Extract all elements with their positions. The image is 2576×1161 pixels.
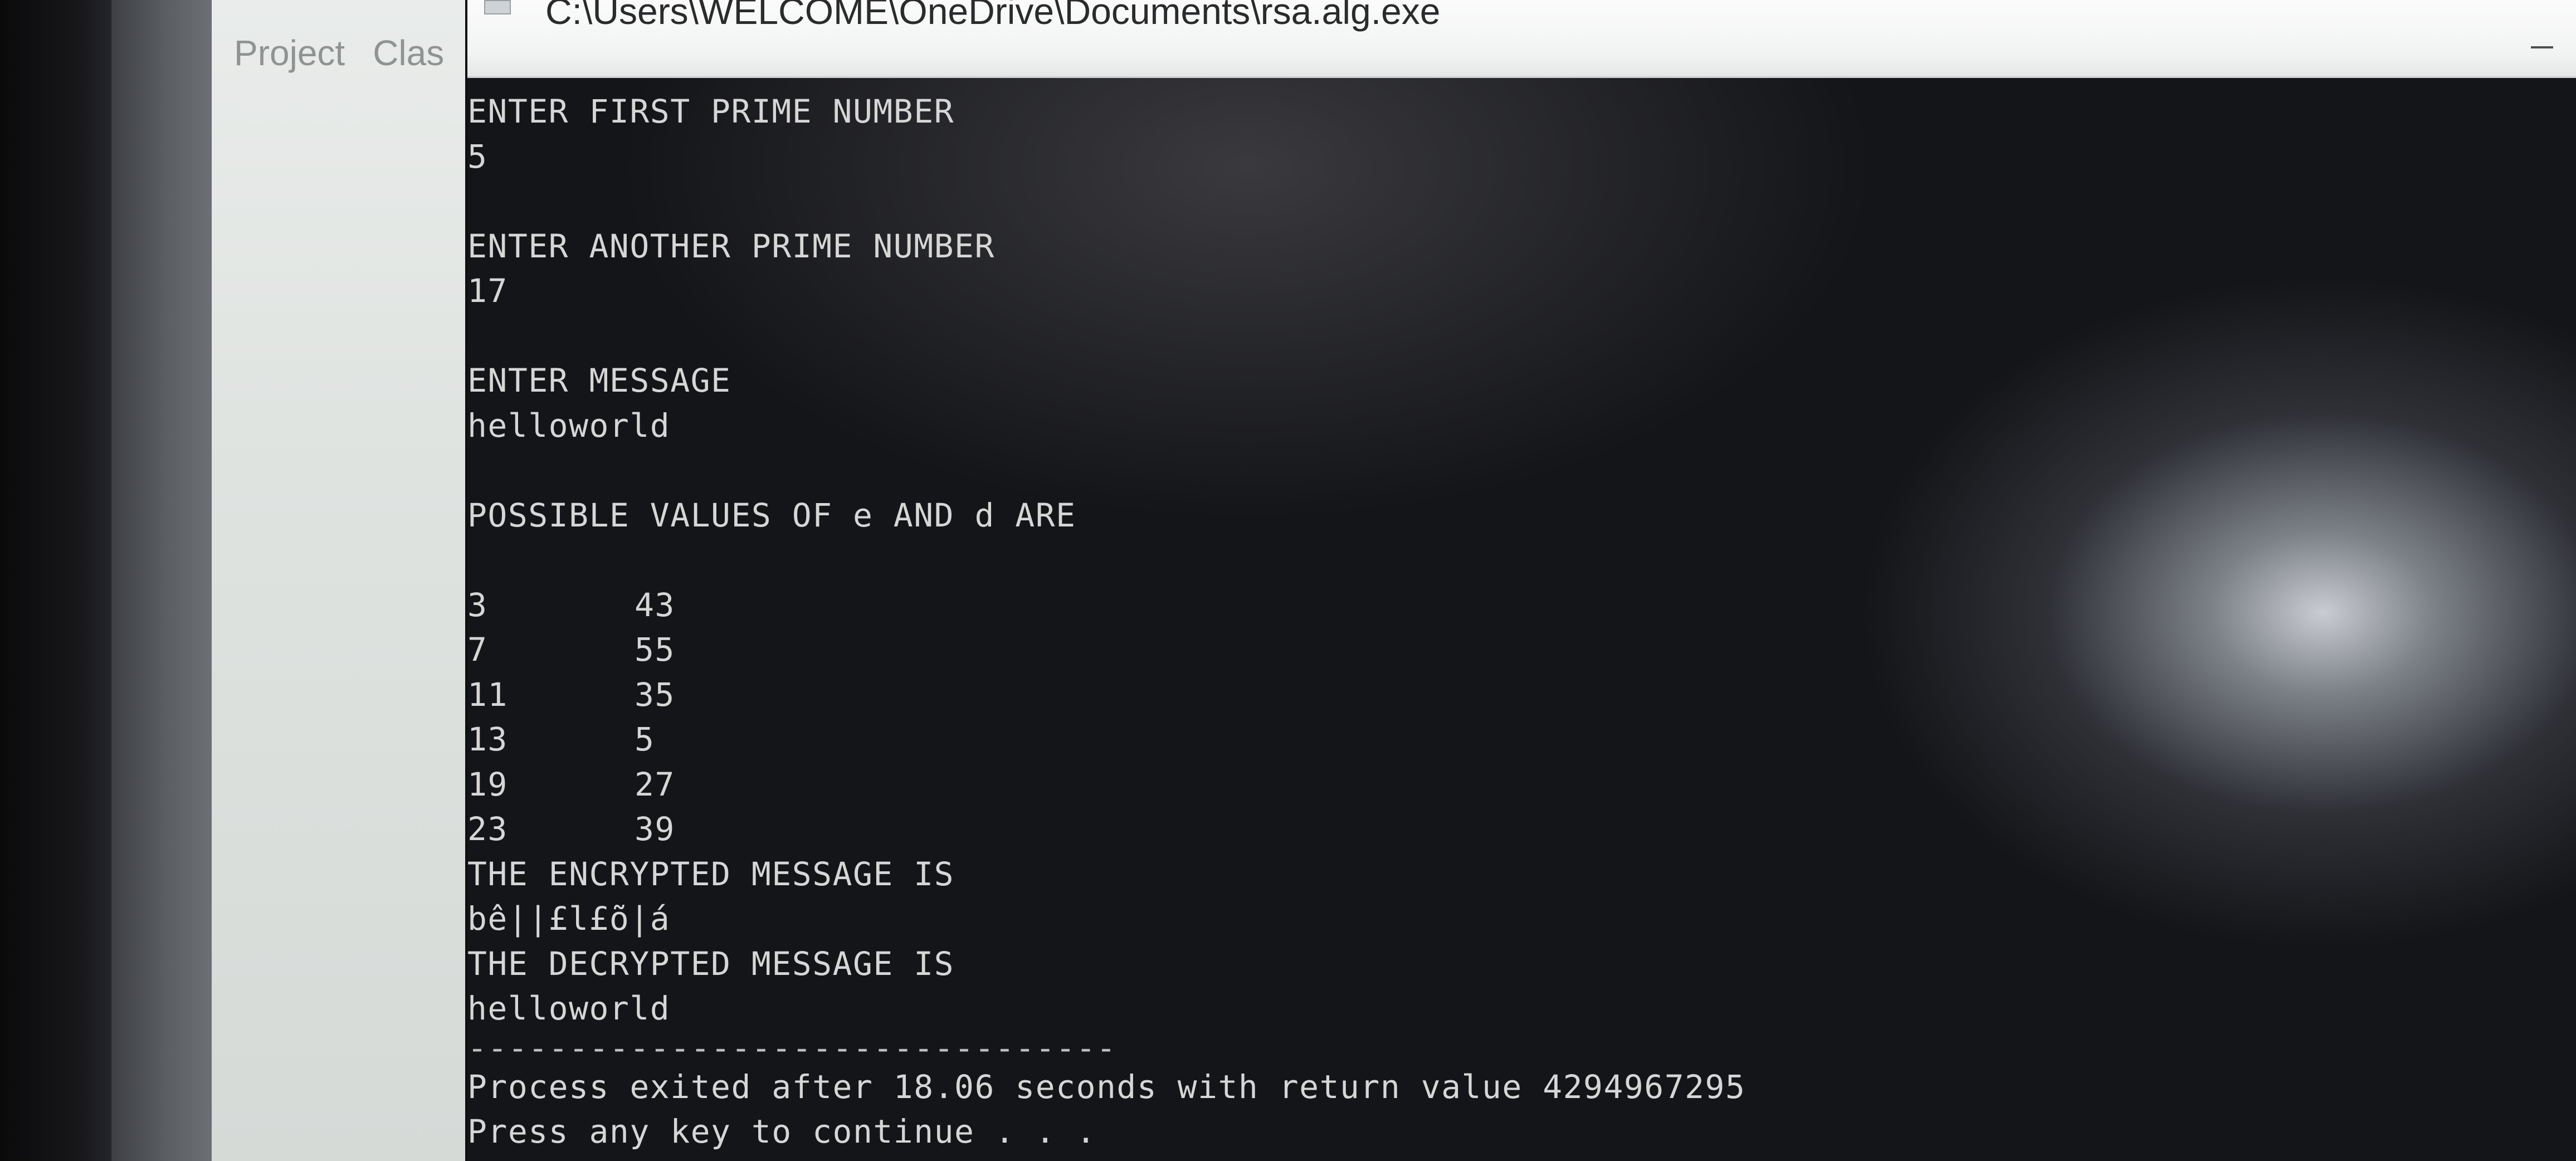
minimize-button[interactable] xyxy=(2523,31,2562,64)
input-message: helloworld xyxy=(467,406,671,445)
e-value: 7 xyxy=(467,631,488,669)
ed-pair-row: 7 55 xyxy=(467,627,2529,672)
d-value: 55 xyxy=(635,631,675,669)
d-value: 39 xyxy=(635,810,675,848)
ide-tab-bar: Project Clas xyxy=(234,22,444,84)
ed-pair-row: 13 5 xyxy=(467,717,2529,762)
ed-pair-row: 3 43 xyxy=(467,583,2529,628)
window-title: C:\Users\WELCOME\OneDrive\Documents\rsa.… xyxy=(545,0,1441,32)
console-output: ENTER FIRST PRIME NUMBER 5 ENTER ANOTHER… xyxy=(467,89,2529,1154)
e-value: 3 xyxy=(467,586,488,624)
monitor-edge xyxy=(111,0,212,1161)
e-value: 11 xyxy=(467,675,508,714)
e-value: 13 xyxy=(467,720,508,758)
prompt-first-prime: ENTER FIRST PRIME NUMBER xyxy=(467,92,955,130)
ed-pair-row: 19 27 xyxy=(467,762,2529,807)
possible-values-header: POSSIBLE VALUES OF e AND d ARE xyxy=(467,496,1076,534)
console-window[interactable]: C:\Users\WELCOME\OneDrive\Documents\rsa.… xyxy=(465,0,2576,1161)
input-first-prime: 5 xyxy=(467,137,488,175)
tab-project[interactable]: Project xyxy=(234,32,345,74)
separator-line: -------------------------------- xyxy=(467,1028,1117,1067)
tab-classes[interactable]: Clas xyxy=(373,32,444,74)
d-value: 5 xyxy=(635,720,655,758)
d-value: 43 xyxy=(635,586,675,624)
window-titlebar[interactable]: C:\Users\WELCOME\OneDrive\Documents\rsa.… xyxy=(467,0,2576,78)
e-value: 19 xyxy=(467,765,508,803)
d-value: 35 xyxy=(635,675,675,714)
prompt-another-prime: ENTER ANOTHER PRIME NUMBER xyxy=(467,227,995,265)
console-app-icon xyxy=(484,0,511,14)
input-another-prime: 17 xyxy=(467,272,508,310)
decrypted-message: helloworld xyxy=(467,989,671,1027)
decrypted-header: THE DECRYPTED MESSAGE IS xyxy=(467,944,955,983)
d-value: 27 xyxy=(635,765,675,803)
prompt-message: ENTER MESSAGE xyxy=(467,362,731,399)
monitor-bezel xyxy=(0,0,111,1161)
screen: Project Clas C:\Users\WELCOME\OneDrive\D… xyxy=(0,0,2576,1161)
ed-pair-row: 11 35 xyxy=(467,672,2529,718)
minimize-icon xyxy=(2531,46,2553,48)
e-value: 23 xyxy=(467,810,508,848)
ed-pair-row: 23 39 xyxy=(467,807,2529,852)
encrypted-header: THE ENCRYPTED MESSAGE IS xyxy=(467,855,955,893)
process-exit-status: Process exited after 18.06 seconds with … xyxy=(467,1067,1746,1106)
press-any-key-prompt: Press any key to continue . . . xyxy=(467,1113,1096,1150)
encrypted-message: bê||£l£õ|á xyxy=(467,900,671,938)
